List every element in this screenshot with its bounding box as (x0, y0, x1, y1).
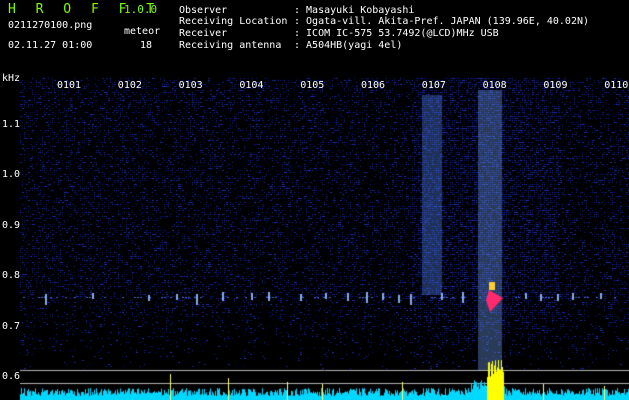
time-axis-label: 0106 (361, 80, 386, 91)
app-version: 1.0.0 (124, 3, 158, 16)
time-axis-label: 0105 (300, 80, 325, 91)
y-axis-label: 1.0 (2, 169, 21, 180)
observer-value: : Masayuki Kobayashi (294, 5, 415, 16)
file-name: 0211270100.png (8, 20, 93, 31)
y-axis-label: 0.8 (2, 270, 21, 281)
location-label: Receiving Location (179, 16, 288, 27)
y-axis-label: 0.7 (2, 321, 21, 332)
receiver-value: : ICOM IC-575 53.7492(@LCD)MHz USB (294, 28, 499, 39)
time-axis-label: 0108 (482, 80, 507, 91)
meteor-label: meteor (124, 26, 161, 37)
y-axis-label: 1.1 (2, 119, 21, 130)
time-axis-label: 0103 (178, 80, 203, 91)
spectrogram (0, 0, 629, 400)
time-axis-label: 0109 (543, 80, 568, 91)
date-time: 02.11.27 01:00 (8, 40, 93, 51)
meteor-count: 18 (140, 40, 153, 51)
time-axis-label: 0107 (421, 80, 446, 91)
hroft-window: H R O F F T 1.0.0 0211270100.png meteor … (0, 0, 629, 400)
location-value: : Ogata-vill. Akita-Pref. JAPAN (139.96E… (294, 16, 590, 27)
time-axis-label: 0101 (57, 80, 82, 91)
y-axis-label: 0.6 (2, 371, 21, 382)
time-axis-label: 0104 (239, 80, 264, 91)
receiver-label: Receiver (179, 28, 228, 39)
y-axis-label: 0.9 (2, 220, 21, 231)
antenna-value: : A504HB(yagi 4el) (294, 40, 403, 51)
observer-label: Observer (179, 5, 228, 16)
antenna-label: Receiving antenna (179, 40, 282, 51)
time-axis-label: 0102 (117, 80, 142, 91)
time-axis-label: 0110 (604, 80, 629, 91)
axis-unit: kHz (2, 73, 21, 84)
